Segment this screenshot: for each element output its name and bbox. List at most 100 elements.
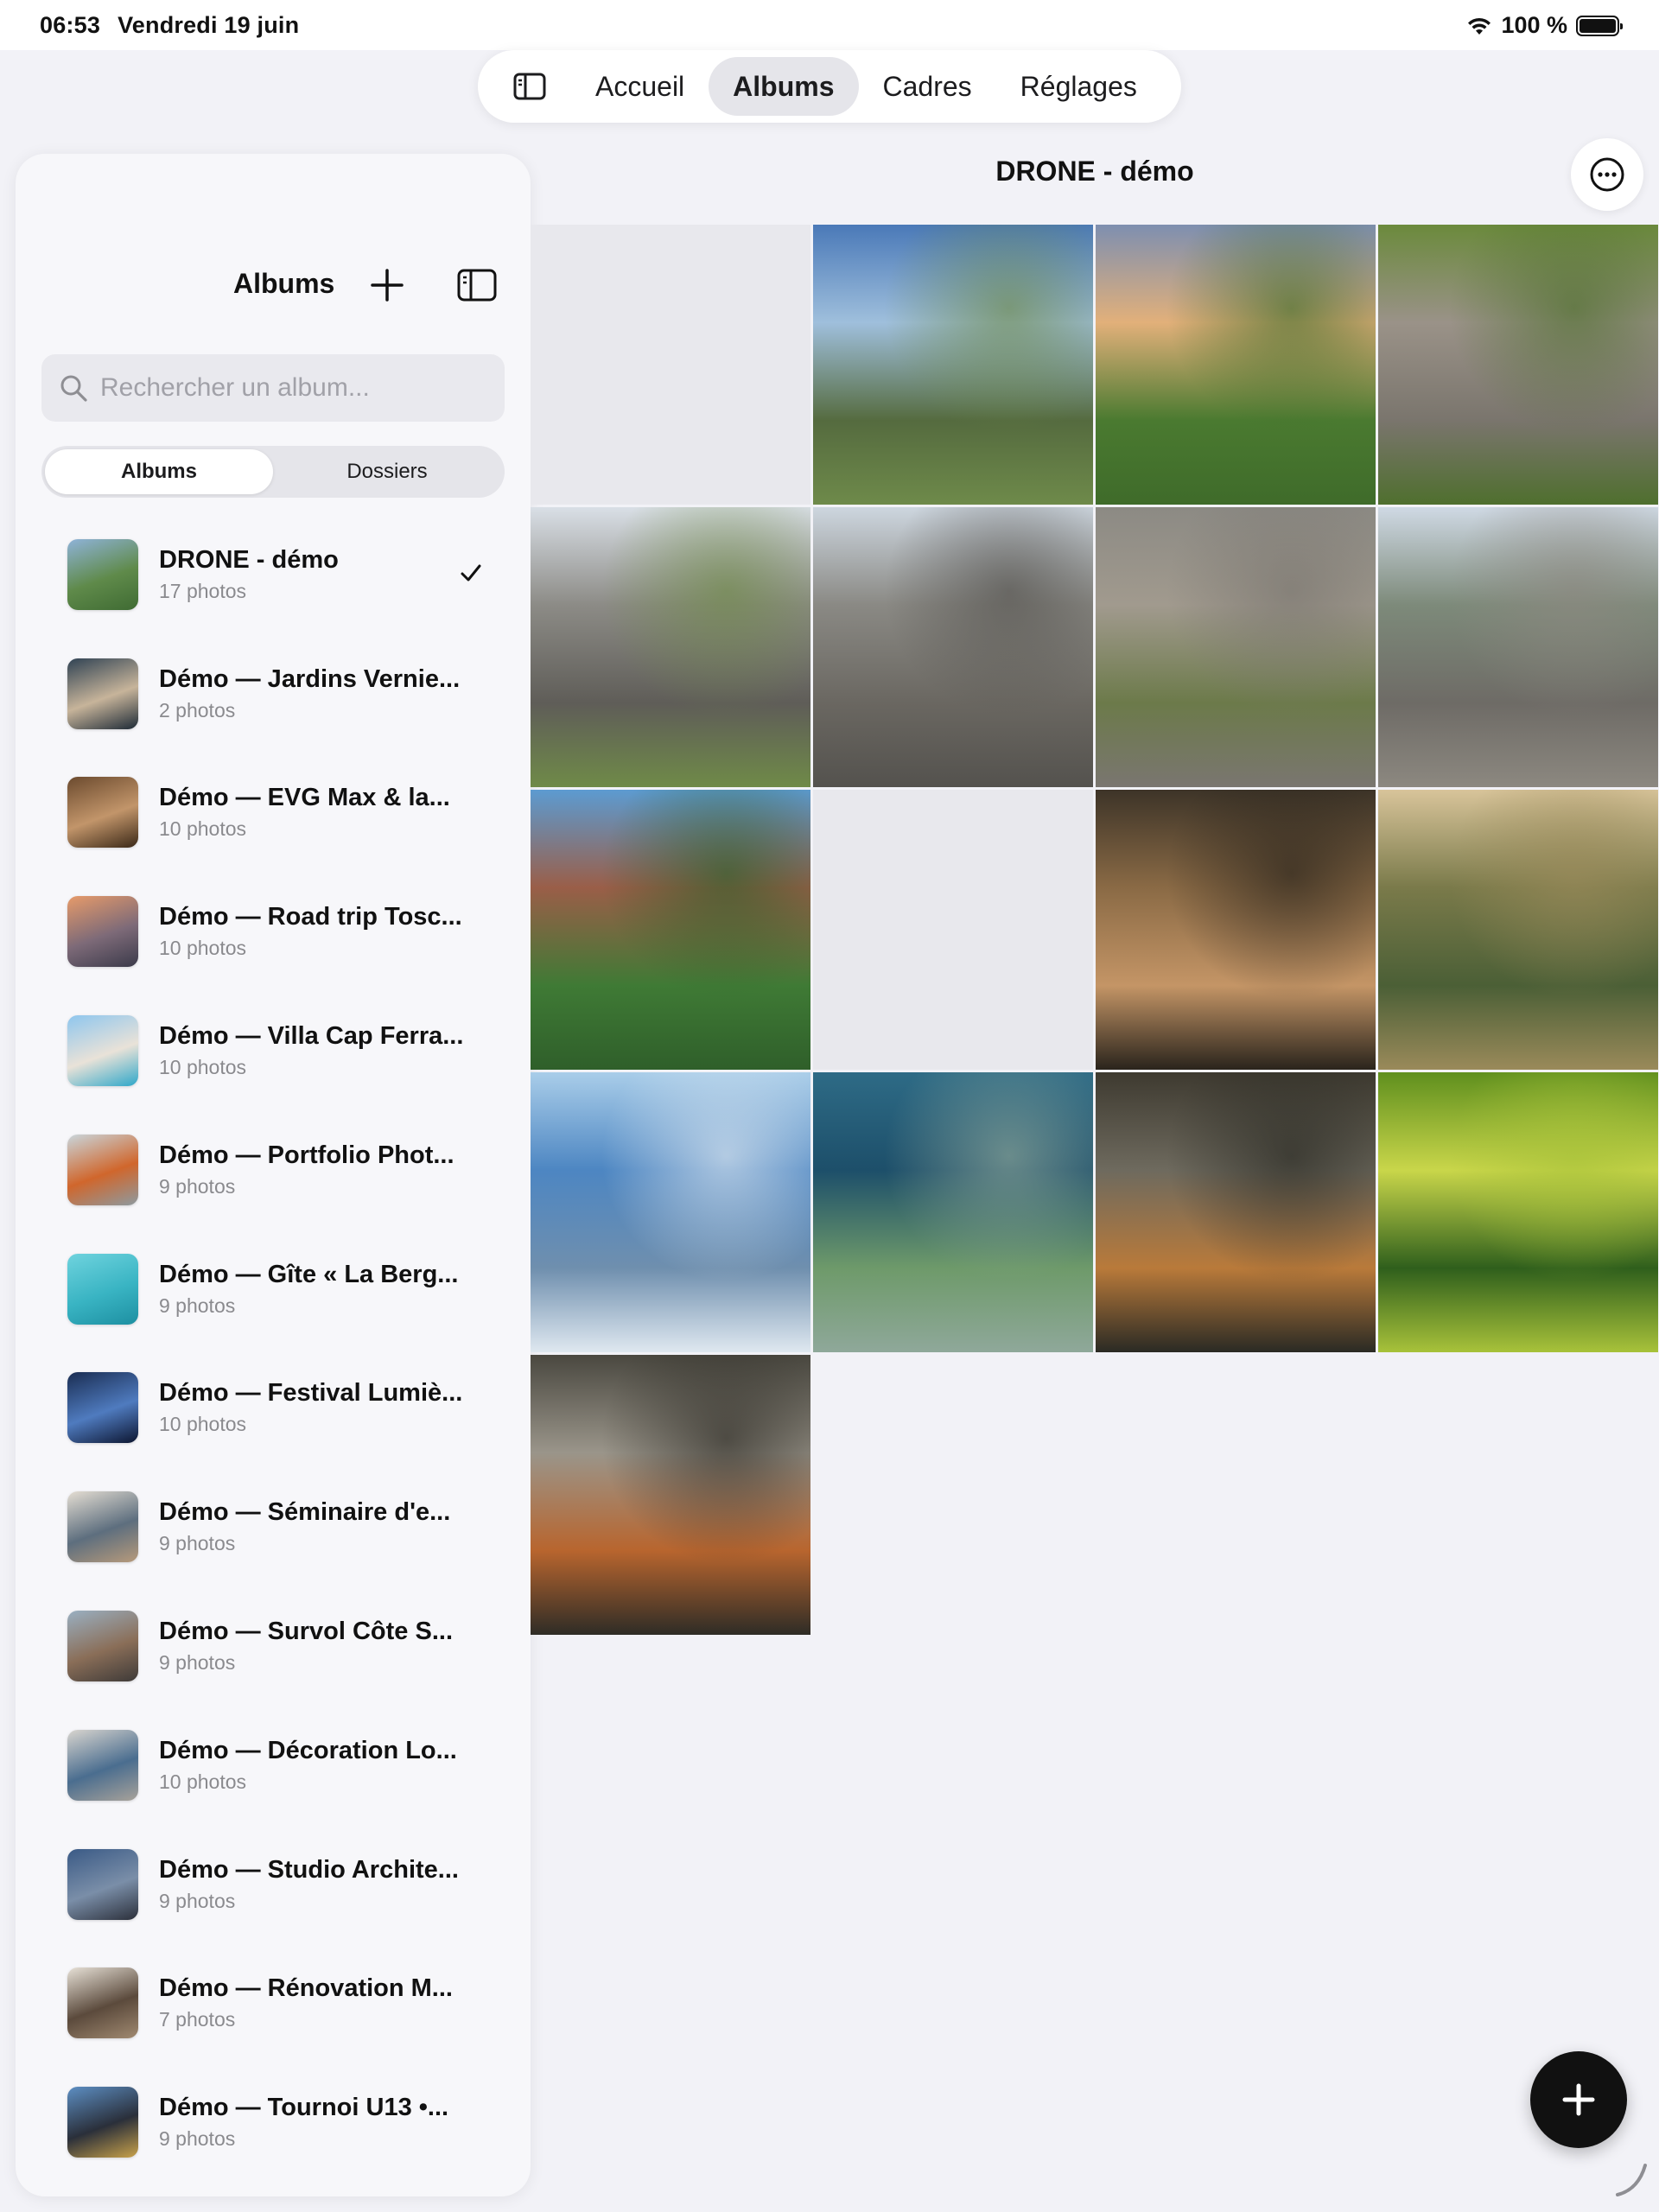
album-photo-count: 9 photos <box>159 1174 236 1198</box>
album-thumbnail <box>67 1491 138 1563</box>
photo-thumbnail[interactable] <box>1096 1072 1376 1352</box>
album-photo-count: 10 photos <box>159 937 247 960</box>
photo-placeholder[interactable] <box>813 790 1093 1070</box>
album-photo-count: 10 photos <box>159 1056 247 1079</box>
album-thumbnail <box>67 658 138 729</box>
album-photo-count: 17 photos <box>159 579 247 602</box>
album-thumbnail <box>67 896 138 968</box>
segment-albums[interactable]: Albums <box>45 449 273 494</box>
album-list: DRONE - démo 17 photos Démo — Jardins Vern… <box>16 515 531 2182</box>
album-list-item[interactable]: DRONE - démo 17 photos <box>16 515 531 634</box>
album-list-item[interactable]: Démo — Road trip Tosc... 10 photos <box>16 872 531 991</box>
search-icon <box>60 375 87 402</box>
photo-thumbnail[interactable] <box>1378 507 1658 787</box>
add-photo-button[interactable] <box>1530 2051 1627 2148</box>
photo-thumbnail[interactable] <box>531 1355 810 1635</box>
album-name: Démo — Villa Cap Ferra... <box>159 1022 464 1051</box>
add-album-button[interactable] <box>368 266 406 304</box>
ellipsis-circle-icon <box>1590 157 1624 192</box>
album-thumbnail <box>67 1729 138 1801</box>
sidebar-toggle-button[interactable] <box>488 57 571 116</box>
photo-thumbnail[interactable] <box>1378 225 1658 505</box>
album-name: Démo — Studio Archite... <box>159 1855 459 1884</box>
checkmark-icon <box>461 564 481 582</box>
album-photo-count: 10 photos <box>159 817 247 841</box>
album-list-item[interactable]: Démo — Tournoi U13 •... 9 photos <box>16 2063 531 2182</box>
sidebar-title: Albums <box>233 268 335 299</box>
photo-thumbnail[interactable] <box>1096 790 1376 1070</box>
sidebar-header: Albums <box>16 254 531 316</box>
status-time: 06:53 <box>40 12 101 38</box>
album-list-item[interactable]: Démo — Rénovation M... 7 photos <box>16 1944 531 2063</box>
albums-sidebar: Albums Albums Dossiers DRONE - démo 17 ph… <box>16 154 531 2196</box>
album-thumbnail <box>67 1015 138 1087</box>
album-list-item[interactable]: Démo — Survol Côte S... 9 photos <box>16 1586 531 1706</box>
album-name: Démo — Tournoi U13 •... <box>159 2094 449 2122</box>
status-date: Vendredi 19 juin <box>118 12 300 38</box>
photo-thumbnail[interactable] <box>813 507 1093 787</box>
tab-accueil[interactable]: Accueil <box>571 57 709 116</box>
album-name: Démo — Séminaire d'e... <box>159 1498 451 1527</box>
album-photo-count: 10 photos <box>159 1770 247 1793</box>
album-search-input[interactable] <box>100 373 480 403</box>
album-thumbnail <box>67 1967 138 2039</box>
collapse-sidebar-button[interactable] <box>456 266 498 304</box>
photo-thumbnail[interactable] <box>1096 507 1376 787</box>
album-photo-count: 9 photos <box>159 1889 236 1912</box>
album-thumbnail <box>67 1253 138 1325</box>
album-list-item[interactable]: Démo — Décoration Lo... 10 photos <box>16 1706 531 1825</box>
album-name: Démo — Survol Côte S... <box>159 1618 453 1646</box>
photo-thumbnail[interactable] <box>1378 1072 1658 1352</box>
album-photo-count: 9 photos <box>159 1651 236 1675</box>
album-name: Démo — Jardins Vernie... <box>159 664 461 693</box>
photo-thumbnail[interactable] <box>813 1072 1093 1352</box>
status-bar: 06:53 Vendredi 19 juin 100 % <box>0 0 1659 50</box>
tab-reglages[interactable]: Réglages <box>996 57 1161 116</box>
album-name: Démo — Festival Lumiè... <box>159 1379 463 1408</box>
albums-folders-segmented-control: Albums Dossiers <box>41 446 505 498</box>
album-photo-count: 2 photos <box>159 698 236 721</box>
photo-placeholder[interactable] <box>531 225 810 505</box>
segment-folders[interactable]: Dossiers <box>273 449 501 494</box>
photo-grid <box>531 225 1659 1635</box>
more-options-button[interactable] <box>1571 138 1643 211</box>
tab-cadres[interactable]: Cadres <box>859 57 996 116</box>
top-tab-bar: Accueil Albums Cadres Réglages <box>478 50 1181 123</box>
battery-percent: 100 % <box>1501 12 1567 38</box>
album-list-item[interactable]: Démo — Portfolio Phot... 9 photos <box>16 1110 531 1230</box>
photo-thumbnail[interactable] <box>813 225 1093 505</box>
photo-thumbnail[interactable] <box>531 1072 810 1352</box>
album-search-field[interactable] <box>41 354 505 422</box>
sidebar-icon <box>513 73 546 100</box>
resize-grip-icon <box>1616 2164 1647 2196</box>
album-name: DRONE - démo <box>159 545 339 574</box>
wifi-icon <box>1468 17 1491 35</box>
photo-thumbnail[interactable] <box>531 790 810 1070</box>
photo-thumbnail[interactable] <box>1096 225 1376 505</box>
album-photo-count: 7 photos <box>159 2008 236 2031</box>
album-thumbnail <box>67 1134 138 1205</box>
album-list-item[interactable]: Démo — EVG Max & la... 10 photos <box>16 753 531 873</box>
album-list-item[interactable]: Démo — Villa Cap Ferra... 10 photos <box>16 991 531 1110</box>
album-list-item[interactable]: Démo — Jardins Vernie... 2 photos <box>16 634 531 753</box>
album-name: Démo — Portfolio Phot... <box>159 1141 454 1169</box>
album-title: DRONE - démo <box>995 156 1194 187</box>
album-name: Démo — Road trip Tosc... <box>159 903 462 931</box>
album-thumbnail <box>67 1848 138 1920</box>
album-thumbnail <box>67 1372 138 1444</box>
album-thumbnail <box>67 777 138 849</box>
photo-thumbnail[interactable] <box>531 507 810 787</box>
album-photo-count: 9 photos <box>159 1294 236 1317</box>
album-name: Démo — Rénovation M... <box>159 1974 453 2003</box>
tab-albums[interactable]: Albums <box>709 57 859 116</box>
album-list-item[interactable]: Démo — Gîte « La Berg... 9 photos <box>16 1230 531 1349</box>
album-list-item[interactable]: Démo — Studio Archite... 9 photos <box>16 1825 531 1944</box>
album-list-item[interactable]: Démo — Séminaire d'e... 9 photos <box>16 1467 531 1586</box>
photo-thumbnail[interactable] <box>1378 790 1658 1070</box>
album-name: Démo — Décoration Lo... <box>159 1736 457 1764</box>
album-list-item[interactable]: Démo — Festival Lumiè... 10 photos <box>16 1349 531 1468</box>
album-thumbnail <box>67 1611 138 1682</box>
battery-icon <box>1576 15 1623 36</box>
album-name: Démo — EVG Max & la... <box>159 784 450 812</box>
album-thumbnail <box>67 538 138 610</box>
